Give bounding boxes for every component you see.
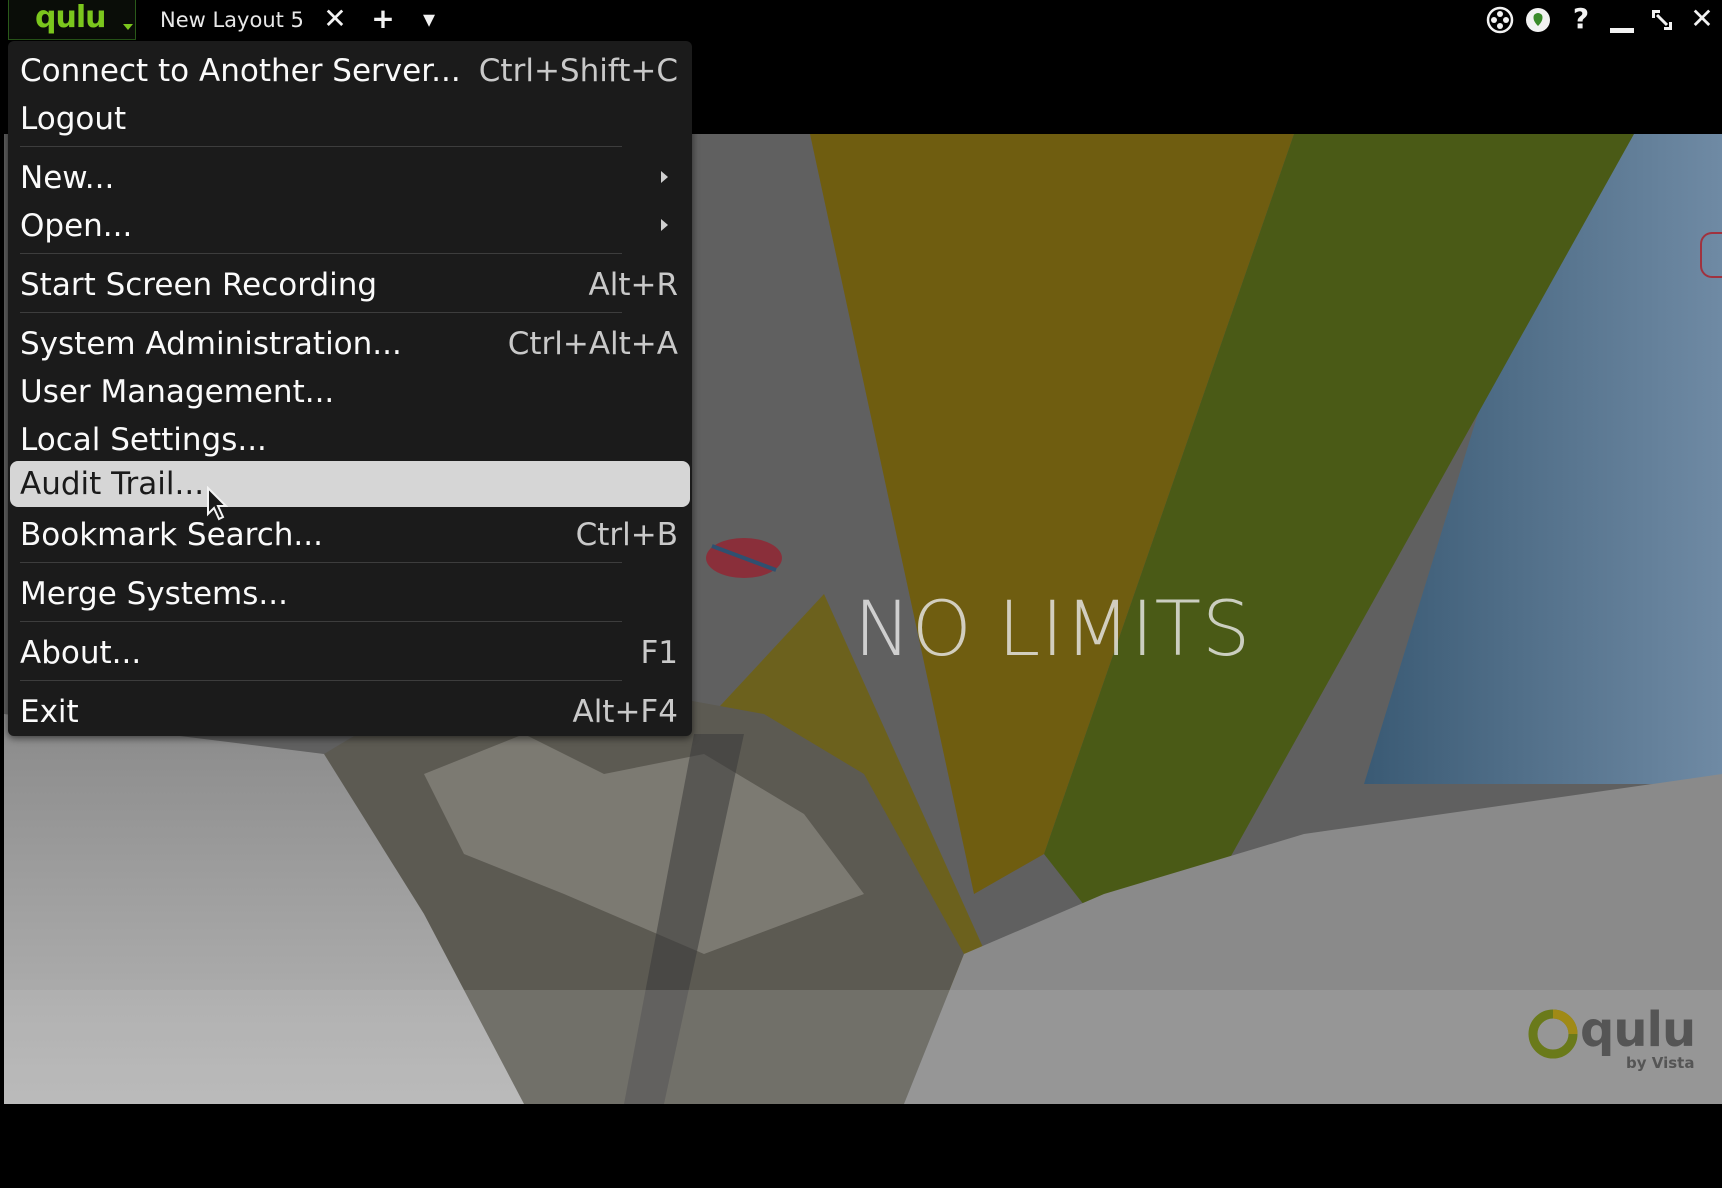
camera-reel-icon[interactable] bbox=[1486, 6, 1514, 34]
menu-item-shortcut: Ctrl+B bbox=[575, 517, 678, 553]
menu-item-shortcut: Ctrl+Alt+A bbox=[507, 326, 678, 362]
main-menu: Connect to Another Server... Ctrl+Shift+… bbox=[8, 41, 692, 736]
tab-new-layout-5[interactable]: New Layout 5 bbox=[160, 6, 304, 34]
minimize-icon[interactable] bbox=[1608, 8, 1636, 36]
chevron-down-icon bbox=[123, 24, 133, 30]
menu-item-label: User Management... bbox=[20, 374, 335, 410]
menu-item-label: About... bbox=[20, 635, 142, 671]
brand-logo: qulu by Vista bbox=[1526, 1004, 1696, 1078]
tabs-list-icon[interactable]: ▾ bbox=[414, 2, 444, 36]
main-menu-button[interactable]: qulu bbox=[8, 0, 136, 40]
menu-item-label: Connect to Another Server... bbox=[20, 53, 461, 89]
brand-name: qulu bbox=[1580, 1002, 1696, 1058]
mouse-cursor-icon bbox=[207, 486, 229, 521]
menu-item-merge-systems[interactable]: Merge Systems... bbox=[10, 571, 690, 617]
menu-item-shortcut: F1 bbox=[640, 635, 678, 671]
menu-item-shortcut: Ctrl+Shift+C bbox=[478, 53, 678, 89]
help-icon[interactable]: ? bbox=[1566, 2, 1596, 36]
menu-item-new[interactable]: New... bbox=[10, 155, 690, 201]
side-panel-handle[interactable] bbox=[1700, 232, 1722, 278]
tab-close-icon[interactable]: ✕ bbox=[320, 2, 350, 36]
menu-item-shortcut: Alt+R bbox=[588, 267, 679, 303]
menu-item-label: Merge Systems... bbox=[20, 576, 288, 612]
menu-item-label: Logout bbox=[20, 101, 127, 137]
app-logo: qulu bbox=[35, 0, 106, 35]
brand-ring-icon bbox=[1528, 1009, 1578, 1059]
menu-item-label: Exit bbox=[20, 694, 79, 730]
menu-item-start-screen-recording[interactable]: Start Screen Recording Alt+R bbox=[10, 262, 690, 308]
new-tab-icon[interactable]: + bbox=[368, 2, 398, 36]
menu-separator bbox=[20, 146, 622, 147]
menu-item-label: System Administration... bbox=[20, 326, 402, 362]
menu-item-label: Audit Trail... bbox=[20, 466, 205, 502]
menu-item-connect-to-another-server[interactable]: Connect to Another Server... Ctrl+Shift+… bbox=[10, 48, 690, 94]
cloud-status-icon[interactable] bbox=[1524, 6, 1552, 34]
brand-subtitle: by Vista bbox=[1626, 1054, 1695, 1072]
menu-separator bbox=[20, 253, 622, 254]
menu-separator bbox=[20, 312, 622, 313]
menu-item-local-settings[interactable]: Local Settings... bbox=[10, 417, 690, 463]
menu-item-open[interactable]: Open... bbox=[10, 203, 690, 249]
menu-item-label: New... bbox=[20, 160, 115, 196]
footer-band bbox=[4, 990, 1722, 1104]
fullscreen-icon[interactable] bbox=[1648, 6, 1676, 34]
submenu-arrow-icon bbox=[661, 171, 668, 183]
menu-item-label: Bookmark Search... bbox=[20, 517, 323, 553]
title-bar: qulu New Layout 5 ✕ + ▾ ? ✕ bbox=[0, 0, 1722, 40]
headline-text: NO LIMITS bbox=[854, 584, 1252, 673]
menu-item-label: Start Screen Recording bbox=[20, 267, 378, 303]
menu-item-shortcut: Alt+F4 bbox=[572, 694, 678, 730]
timeline-area bbox=[0, 1104, 1722, 1188]
window-close-icon[interactable]: ✕ bbox=[1686, 2, 1718, 36]
menu-item-system-administration[interactable]: System Administration... Ctrl+Alt+A bbox=[10, 321, 690, 367]
menu-item-label: Open... bbox=[20, 208, 133, 244]
menu-separator bbox=[20, 562, 622, 563]
menu-item-bookmark-search[interactable]: Bookmark Search... Ctrl+B bbox=[10, 512, 690, 558]
menu-separator bbox=[20, 621, 622, 622]
menu-item-exit[interactable]: Exit Alt+F4 bbox=[10, 689, 690, 735]
tab-label: New Layout 5 bbox=[160, 8, 304, 32]
menu-item-audit-trail[interactable]: Audit Trail... bbox=[10, 461, 690, 507]
menu-item-user-management[interactable]: User Management... bbox=[10, 369, 690, 415]
menu-separator bbox=[20, 680, 622, 681]
menu-item-label: Local Settings... bbox=[20, 422, 267, 458]
menu-item-logout[interactable]: Logout bbox=[10, 96, 690, 142]
submenu-arrow-icon bbox=[661, 219, 668, 231]
menu-item-about[interactable]: About... F1 bbox=[10, 630, 690, 676]
